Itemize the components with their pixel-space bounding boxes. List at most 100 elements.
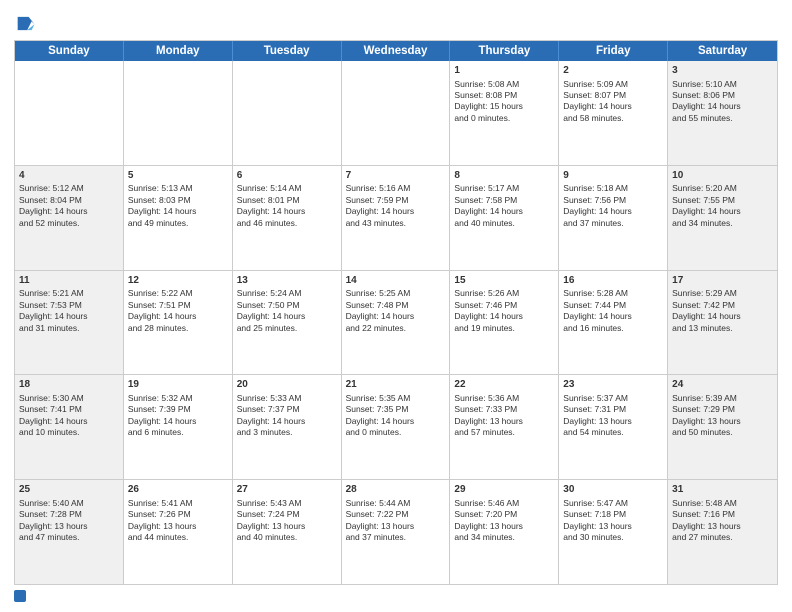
cal-cell-13: 13Sunrise: 5:24 AM Sunset: 7:50 PM Dayli… bbox=[233, 271, 342, 375]
cal-header-wednesday: Wednesday bbox=[342, 41, 451, 61]
cal-cell-24: 24Sunrise: 5:39 AM Sunset: 7:29 PM Dayli… bbox=[668, 375, 777, 479]
day-number: 24 bbox=[672, 378, 773, 392]
day-number: 14 bbox=[346, 274, 446, 288]
day-info: Sunrise: 5:43 AM Sunset: 7:24 PM Dayligh… bbox=[237, 498, 306, 542]
cal-cell-17: 17Sunrise: 5:29 AM Sunset: 7:42 PM Dayli… bbox=[668, 271, 777, 375]
cal-cell-7: 7Sunrise: 5:16 AM Sunset: 7:59 PM Daylig… bbox=[342, 166, 451, 270]
cal-cell-5: 5Sunrise: 5:13 AM Sunset: 8:03 PM Daylig… bbox=[124, 166, 233, 270]
cal-cell-14: 14Sunrise: 5:25 AM Sunset: 7:48 PM Dayli… bbox=[342, 271, 451, 375]
day-number: 25 bbox=[19, 483, 119, 497]
cal-header-thursday: Thursday bbox=[450, 41, 559, 61]
footer-dot bbox=[14, 590, 26, 602]
day-info: Sunrise: 5:40 AM Sunset: 7:28 PM Dayligh… bbox=[19, 498, 88, 542]
day-info: Sunrise: 5:18 AM Sunset: 7:56 PM Dayligh… bbox=[563, 183, 632, 227]
day-number: 27 bbox=[237, 483, 337, 497]
day-number: 15 bbox=[454, 274, 554, 288]
cal-week-1: 4Sunrise: 5:12 AM Sunset: 8:04 PM Daylig… bbox=[15, 166, 777, 271]
cal-cell-28: 28Sunrise: 5:44 AM Sunset: 7:22 PM Dayli… bbox=[342, 480, 451, 584]
day-info: Sunrise: 5:24 AM Sunset: 7:50 PM Dayligh… bbox=[237, 288, 306, 332]
day-number: 8 bbox=[454, 169, 554, 183]
day-info: Sunrise: 5:28 AM Sunset: 7:44 PM Dayligh… bbox=[563, 288, 632, 332]
cal-cell-10: 10Sunrise: 5:20 AM Sunset: 7:55 PM Dayli… bbox=[668, 166, 777, 270]
day-info: Sunrise: 5:47 AM Sunset: 7:18 PM Dayligh… bbox=[563, 498, 632, 542]
calendar: SundayMondayTuesdayWednesdayThursdayFrid… bbox=[14, 40, 778, 585]
cal-cell-18: 18Sunrise: 5:30 AM Sunset: 7:41 PM Dayli… bbox=[15, 375, 124, 479]
day-number: 28 bbox=[346, 483, 446, 497]
page: SundayMondayTuesdayWednesdayThursdayFrid… bbox=[0, 0, 792, 612]
day-number: 5 bbox=[128, 169, 228, 183]
day-number: 16 bbox=[563, 274, 663, 288]
cal-cell-11: 11Sunrise: 5:21 AM Sunset: 7:53 PM Dayli… bbox=[15, 271, 124, 375]
day-number: 2 bbox=[563, 64, 663, 78]
cal-cell-31: 31Sunrise: 5:48 AM Sunset: 7:16 PM Dayli… bbox=[668, 480, 777, 584]
cal-week-4: 25Sunrise: 5:40 AM Sunset: 7:28 PM Dayli… bbox=[15, 480, 777, 584]
day-number: 30 bbox=[563, 483, 663, 497]
cal-cell-26: 26Sunrise: 5:41 AM Sunset: 7:26 PM Dayli… bbox=[124, 480, 233, 584]
cal-cell-20: 20Sunrise: 5:33 AM Sunset: 7:37 PM Dayli… bbox=[233, 375, 342, 479]
cal-cell-23: 23Sunrise: 5:37 AM Sunset: 7:31 PM Dayli… bbox=[559, 375, 668, 479]
day-number: 31 bbox=[672, 483, 773, 497]
day-info: Sunrise: 5:09 AM Sunset: 8:07 PM Dayligh… bbox=[563, 79, 632, 123]
cal-header-monday: Monday bbox=[124, 41, 233, 61]
cal-cell-30: 30Sunrise: 5:47 AM Sunset: 7:18 PM Dayli… bbox=[559, 480, 668, 584]
day-number: 23 bbox=[563, 378, 663, 392]
day-info: Sunrise: 5:12 AM Sunset: 8:04 PM Dayligh… bbox=[19, 183, 88, 227]
day-number: 12 bbox=[128, 274, 228, 288]
calendar-header-row: SundayMondayTuesdayWednesdayThursdayFrid… bbox=[15, 41, 777, 61]
day-number: 3 bbox=[672, 64, 773, 78]
cal-header-tuesday: Tuesday bbox=[233, 41, 342, 61]
day-number: 20 bbox=[237, 378, 337, 392]
logo bbox=[14, 14, 39, 36]
day-number: 19 bbox=[128, 378, 228, 392]
day-info: Sunrise: 5:37 AM Sunset: 7:31 PM Dayligh… bbox=[563, 393, 632, 437]
cal-header-sunday: Sunday bbox=[15, 41, 124, 61]
cal-cell-1: 1Sunrise: 5:08 AM Sunset: 8:08 PM Daylig… bbox=[450, 61, 559, 165]
logo-icon bbox=[14, 14, 36, 36]
cal-cell-25: 25Sunrise: 5:40 AM Sunset: 7:28 PM Dayli… bbox=[15, 480, 124, 584]
cal-cell-empty-0-0 bbox=[15, 61, 124, 165]
cal-week-0: 1Sunrise: 5:08 AM Sunset: 8:08 PM Daylig… bbox=[15, 61, 777, 166]
day-info: Sunrise: 5:44 AM Sunset: 7:22 PM Dayligh… bbox=[346, 498, 415, 542]
day-info: Sunrise: 5:41 AM Sunset: 7:26 PM Dayligh… bbox=[128, 498, 197, 542]
day-number: 7 bbox=[346, 169, 446, 183]
day-info: Sunrise: 5:21 AM Sunset: 7:53 PM Dayligh… bbox=[19, 288, 88, 332]
day-number: 11 bbox=[19, 274, 119, 288]
day-number: 1 bbox=[454, 64, 554, 78]
cal-cell-empty-0-1 bbox=[124, 61, 233, 165]
cal-cell-empty-0-3 bbox=[342, 61, 451, 165]
day-info: Sunrise: 5:22 AM Sunset: 7:51 PM Dayligh… bbox=[128, 288, 197, 332]
day-number: 9 bbox=[563, 169, 663, 183]
day-info: Sunrise: 5:26 AM Sunset: 7:46 PM Dayligh… bbox=[454, 288, 523, 332]
cal-week-2: 11Sunrise: 5:21 AM Sunset: 7:53 PM Dayli… bbox=[15, 271, 777, 376]
day-info: Sunrise: 5:33 AM Sunset: 7:37 PM Dayligh… bbox=[237, 393, 306, 437]
day-info: Sunrise: 5:30 AM Sunset: 7:41 PM Dayligh… bbox=[19, 393, 88, 437]
cal-cell-9: 9Sunrise: 5:18 AM Sunset: 7:56 PM Daylig… bbox=[559, 166, 668, 270]
cal-week-3: 18Sunrise: 5:30 AM Sunset: 7:41 PM Dayli… bbox=[15, 375, 777, 480]
day-info: Sunrise: 5:29 AM Sunset: 7:42 PM Dayligh… bbox=[672, 288, 741, 332]
cal-cell-27: 27Sunrise: 5:43 AM Sunset: 7:24 PM Dayli… bbox=[233, 480, 342, 584]
cal-cell-3: 3Sunrise: 5:10 AM Sunset: 8:06 PM Daylig… bbox=[668, 61, 777, 165]
day-info: Sunrise: 5:25 AM Sunset: 7:48 PM Dayligh… bbox=[346, 288, 415, 332]
day-info: Sunrise: 5:35 AM Sunset: 7:35 PM Dayligh… bbox=[346, 393, 415, 437]
cal-cell-29: 29Sunrise: 5:46 AM Sunset: 7:20 PM Dayli… bbox=[450, 480, 559, 584]
cal-cell-6: 6Sunrise: 5:14 AM Sunset: 8:01 PM Daylig… bbox=[233, 166, 342, 270]
day-number: 29 bbox=[454, 483, 554, 497]
day-info: Sunrise: 5:20 AM Sunset: 7:55 PM Dayligh… bbox=[672, 183, 741, 227]
cal-header-friday: Friday bbox=[559, 41, 668, 61]
day-number: 4 bbox=[19, 169, 119, 183]
day-info: Sunrise: 5:13 AM Sunset: 8:03 PM Dayligh… bbox=[128, 183, 197, 227]
cal-cell-16: 16Sunrise: 5:28 AM Sunset: 7:44 PM Dayli… bbox=[559, 271, 668, 375]
day-info: Sunrise: 5:08 AM Sunset: 8:08 PM Dayligh… bbox=[454, 79, 523, 123]
cal-cell-8: 8Sunrise: 5:17 AM Sunset: 7:58 PM Daylig… bbox=[450, 166, 559, 270]
cal-cell-15: 15Sunrise: 5:26 AM Sunset: 7:46 PM Dayli… bbox=[450, 271, 559, 375]
cal-cell-21: 21Sunrise: 5:35 AM Sunset: 7:35 PM Dayli… bbox=[342, 375, 451, 479]
day-info: Sunrise: 5:39 AM Sunset: 7:29 PM Dayligh… bbox=[672, 393, 741, 437]
cal-cell-empty-0-2 bbox=[233, 61, 342, 165]
cal-cell-22: 22Sunrise: 5:36 AM Sunset: 7:33 PM Dayli… bbox=[450, 375, 559, 479]
day-number: 17 bbox=[672, 274, 773, 288]
day-info: Sunrise: 5:48 AM Sunset: 7:16 PM Dayligh… bbox=[672, 498, 741, 542]
day-number: 26 bbox=[128, 483, 228, 497]
cal-cell-2: 2Sunrise: 5:09 AM Sunset: 8:07 PM Daylig… bbox=[559, 61, 668, 165]
day-info: Sunrise: 5:36 AM Sunset: 7:33 PM Dayligh… bbox=[454, 393, 523, 437]
day-info: Sunrise: 5:46 AM Sunset: 7:20 PM Dayligh… bbox=[454, 498, 523, 542]
